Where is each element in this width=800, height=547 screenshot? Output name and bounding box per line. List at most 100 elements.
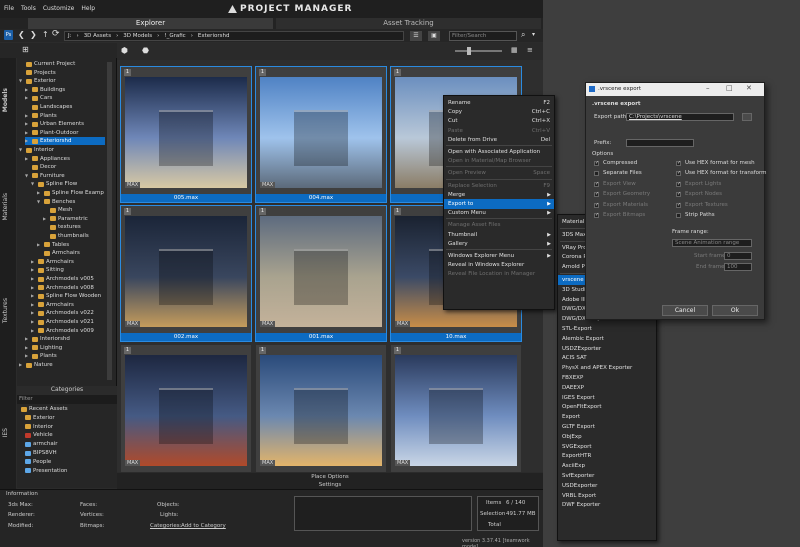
tree-item[interactable]: ▼ Furniture	[25, 172, 65, 180]
tree-item[interactable]: ▶ Sitting	[31, 266, 64, 274]
back-arrow-icon[interactable]: ❮	[18, 30, 25, 39]
tree-item[interactable]: ▶ Urban Elements	[25, 120, 84, 128]
asset-card[interactable]: 1 MAX 005.max	[120, 66, 252, 203]
frame-range-select[interactable]: Scene Animation range	[672, 239, 752, 247]
asset-card[interactable]: 1 MAX	[256, 345, 386, 472]
menu-item[interactable]: FBXEXP	[558, 373, 656, 383]
asset-thumbnail[interactable]	[260, 355, 382, 466]
breadcrumb-item[interactable]: 3D Models	[123, 33, 152, 39]
expand-arrow-icon[interactable]: ▶	[31, 275, 36, 283]
expand-arrow-icon[interactable]: ▶	[25, 129, 30, 137]
menu-item[interactable]: ObjExp	[558, 432, 656, 442]
tree-item[interactable]: ▼ Exterior	[19, 77, 56, 85]
expand-arrow-icon[interactable]: ▶	[25, 137, 30, 145]
expand-arrow-icon[interactable]: ▶	[37, 189, 42, 197]
category-item[interactable]: People	[25, 458, 51, 466]
tree-item[interactable]: ▶ Archmodels v005	[31, 275, 94, 283]
category-item[interactable]: BIPS8VH	[25, 449, 57, 457]
option-checkbox[interactable]	[594, 160, 599, 166]
tree-item[interactable]: Landscapes	[25, 103, 72, 111]
export-path-input[interactable]: C:\Projects\vrscene	[626, 113, 734, 121]
menu-item[interactable]: SvfExporter	[558, 471, 656, 481]
breadcrumb-item[interactable]: Exteriorshd	[198, 33, 230, 39]
expand-arrow-icon[interactable]: ▶	[25, 344, 30, 352]
tree-item[interactable]: ▶ Parametric	[43, 215, 88, 223]
expand-arrow-icon[interactable]: ▼	[37, 198, 42, 206]
search-options-icon[interactable]: ▾	[532, 31, 535, 38]
asset-icon[interactable]: ⬢	[121, 46, 128, 55]
menu-item-tools[interactable]: Tools	[21, 5, 36, 12]
app-ps-icon[interactable]: Ps	[4, 30, 13, 40]
side-tab-models[interactable]: Models	[2, 88, 9, 112]
add-to-category-link[interactable]: Add to Category	[181, 523, 226, 529]
breadcrumb-item[interactable]: 3D Assets	[84, 33, 111, 39]
menu-item[interactable]: Delete from Drive Del	[444, 135, 554, 145]
tree-item[interactable]: ▶ Cars	[25, 94, 52, 102]
category-item[interactable]: Interior	[25, 423, 53, 431]
menu-item[interactable]: PhysX and APEX Exporter	[558, 363, 656, 373]
menu-item[interactable]: ExportHTR	[558, 451, 656, 461]
expand-arrow-icon[interactable]: ▶	[25, 120, 30, 128]
category-item[interactable]: Presentation	[25, 467, 68, 475]
asset-card[interactable]: 1 MAX	[391, 345, 521, 472]
view-options-icon[interactable]: ☰	[410, 31, 422, 41]
asset-card[interactable]: 1 MAX 002.max	[120, 205, 252, 342]
option-checkbox[interactable]	[594, 171, 599, 177]
tree-scrollbar[interactable]	[107, 62, 112, 380]
tree-item[interactable]: ▶ Exteriorshd	[25, 137, 105, 146]
tree-item[interactable]: Projects	[19, 69, 56, 77]
expand-arrow-icon[interactable]: ▼	[25, 172, 30, 180]
browse-path-button[interactable]	[742, 113, 752, 121]
tree-item[interactable]: ▶ Nature	[19, 361, 53, 369]
expand-arrow-icon[interactable]: ▼	[31, 180, 36, 188]
category-filter-input[interactable]: Filter	[17, 395, 117, 404]
info-categories-link[interactable]: Categories:	[150, 523, 182, 529]
close-icon[interactable]: ✕	[746, 84, 752, 92]
expand-arrow-icon[interactable]: ▶	[25, 86, 30, 94]
expand-arrow-icon[interactable]: ▶	[31, 266, 36, 274]
asset-thumbnail[interactable]	[125, 216, 247, 327]
tree-item[interactable]: ▼ Benches	[37, 198, 75, 206]
forward-arrow-icon[interactable]: ❯	[30, 30, 37, 39]
tree-item[interactable]: ▶ Archmodels v022	[31, 309, 94, 317]
tree-item[interactable]: Armchairs	[37, 249, 80, 257]
menu-item[interactable]: USDExporter	[558, 481, 656, 491]
asset-card[interactable]: 1 MAX 001.max	[255, 205, 387, 342]
tree-item[interactable]: ▶ Plants	[25, 112, 57, 120]
option-checkbox[interactable]	[676, 213, 681, 218]
expand-arrow-icon[interactable]: ▶	[37, 241, 42, 249]
breadcrumb-item[interactable]: !_Grafic	[164, 33, 185, 39]
menu-item[interactable]: DAEEXP	[558, 383, 656, 393]
minimize-icon[interactable]: –	[706, 84, 710, 92]
tree-item[interactable]: thumbnails	[43, 232, 89, 240]
expand-arrow-icon[interactable]: ▼	[19, 77, 24, 85]
up-arrow-icon[interactable]: ↑	[42, 30, 49, 39]
asset-thumbnail[interactable]	[395, 355, 517, 466]
tree-item[interactable]: ▶ Armchairs	[31, 301, 74, 309]
tree-item[interactable]: ▶ Archmodels v008	[31, 284, 94, 292]
tree-item[interactable]: ▶ Spline Flow Wooden	[31, 292, 101, 300]
menu-item[interactable]: AsciiExp	[558, 461, 656, 471]
tree-item[interactable]: Mesh	[43, 206, 72, 214]
slider-handle[interactable]	[467, 47, 471, 55]
tab-asset-tracking[interactable]: Asset Tracking	[276, 18, 541, 29]
menu-item-help[interactable]: Help	[81, 5, 95, 12]
option-checkbox[interactable]	[676, 160, 681, 166]
expand-arrow-icon[interactable]: ▶	[25, 112, 30, 120]
expand-arrow-icon[interactable]: ▶	[31, 258, 36, 266]
multi-asset-icon[interactable]: ⬣	[142, 46, 149, 55]
end-frame-input[interactable]: 100	[724, 263, 752, 271]
category-item[interactable]: Exterior	[25, 414, 55, 422]
expand-arrow-icon[interactable]: ▼	[19, 146, 24, 154]
maximize-icon[interactable]: □	[726, 84, 733, 92]
menu-item[interactable]: Gallery ▶	[444, 239, 554, 249]
expand-arrow-icon[interactable]: ▶	[25, 155, 30, 163]
menu-item[interactable]: VRBL Export	[558, 491, 656, 501]
add-folder-icon[interactable]: ⊞	[22, 45, 29, 54]
place-options-bar[interactable]: Place Options	[117, 473, 543, 481]
expand-arrow-icon[interactable]: ▶	[25, 335, 30, 343]
tab-explorer[interactable]: Explorer	[28, 18, 273, 29]
expand-arrow-icon[interactable]: ▶	[31, 284, 36, 292]
asset-thumbnail[interactable]	[260, 216, 382, 327]
menu-item[interactable]: DWF Exporter	[558, 500, 656, 510]
